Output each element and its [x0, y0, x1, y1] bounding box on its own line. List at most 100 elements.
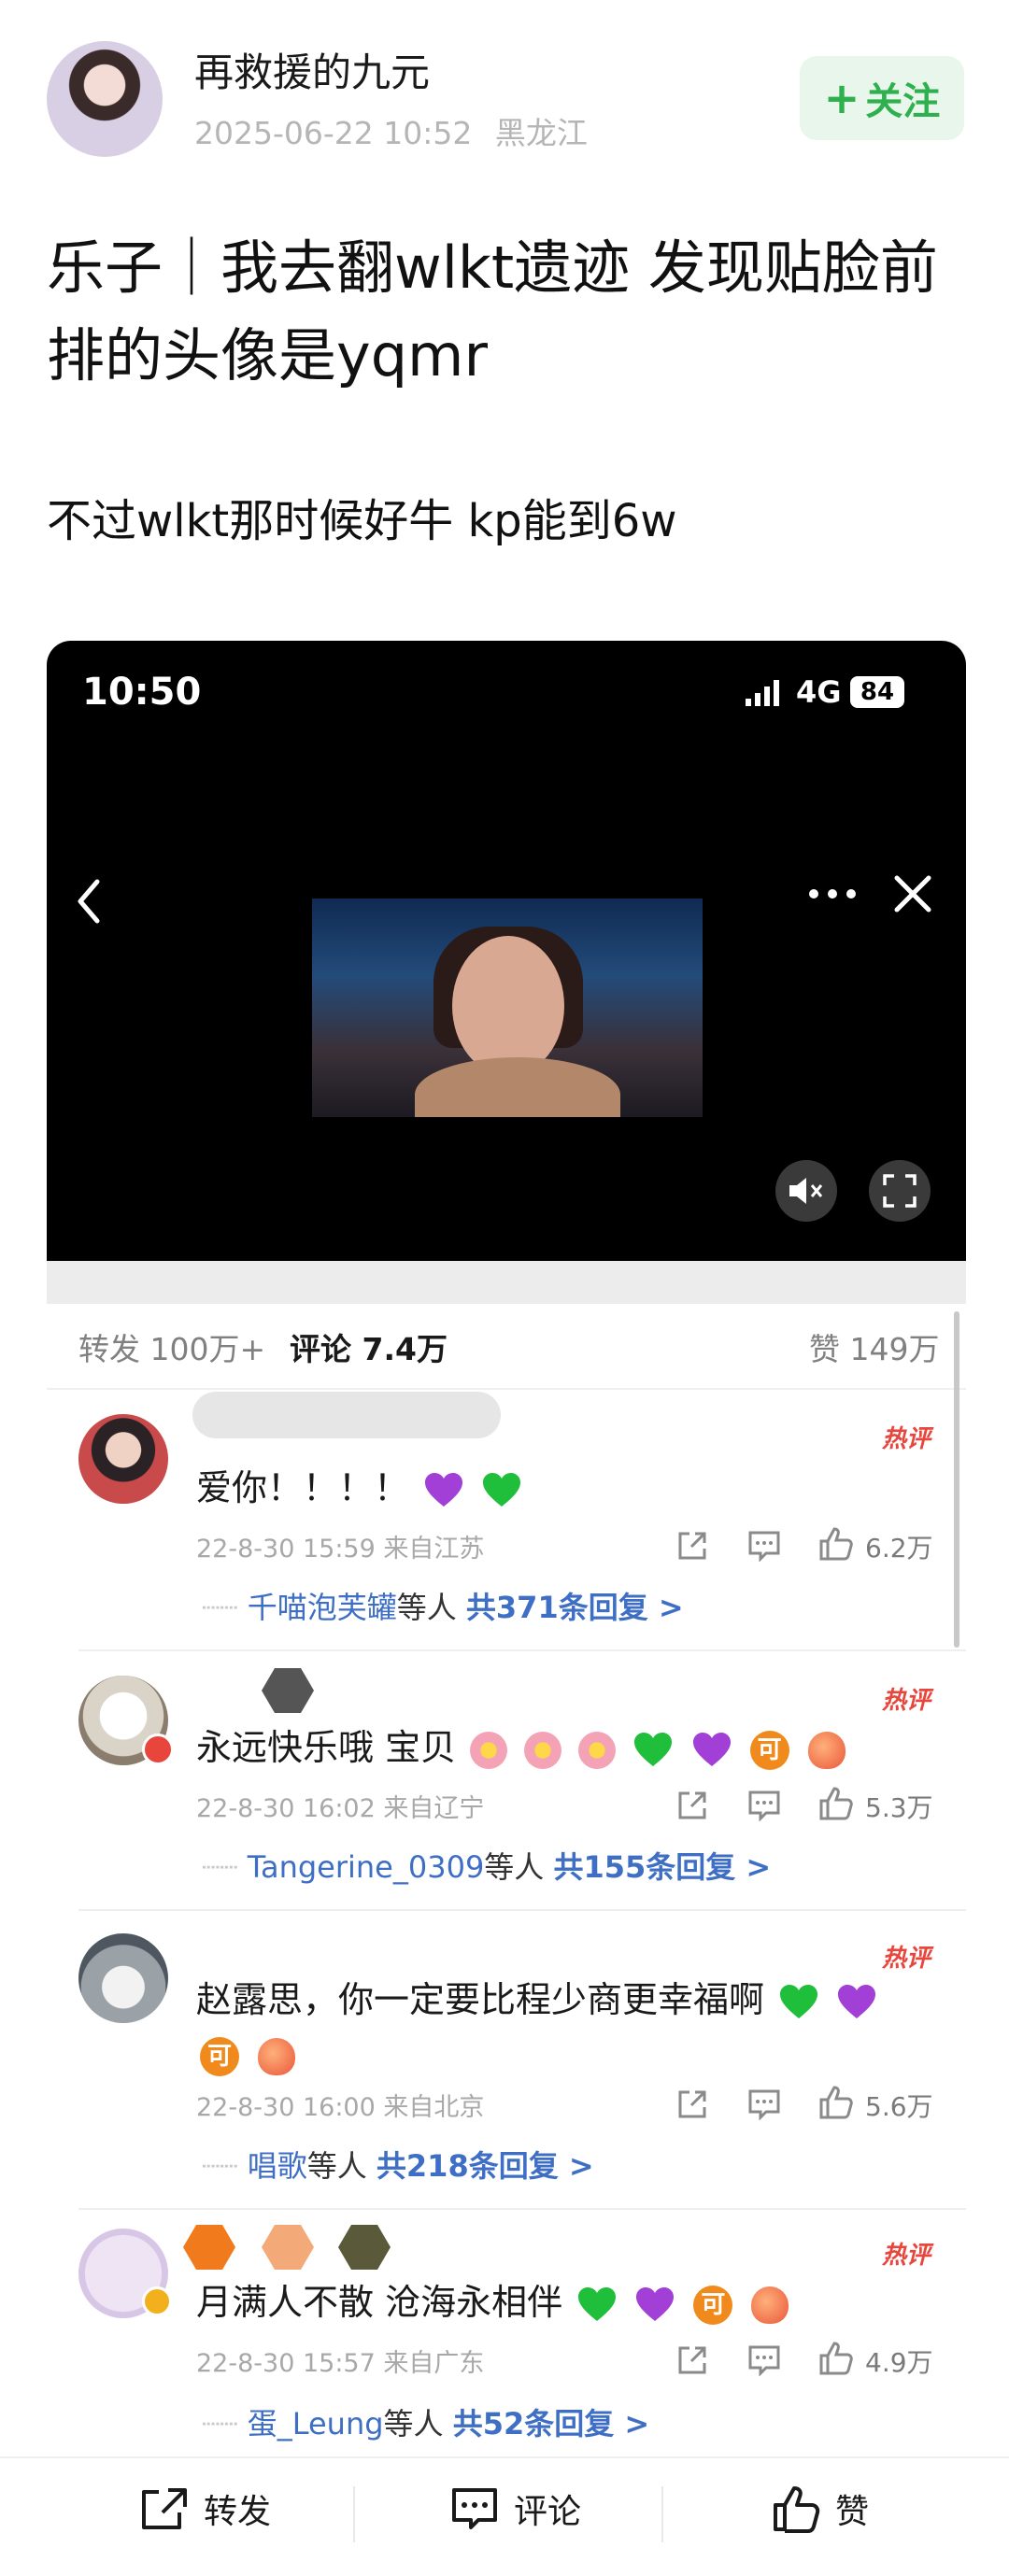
- flower-icon: [524, 1731, 562, 1769]
- comment-divider: [78, 2208, 966, 2210]
- repost-count[interactable]: 转发 100万+: [78, 1324, 265, 1369]
- purple-heart-icon: [692, 1732, 731, 1766]
- comment-text: 赵露思，你一定要比程少商更幸福啊 可: [196, 1973, 934, 2081]
- comment-meta: 22-8-30 15:59 来自江苏: [196, 1535, 485, 1564]
- green-heart-icon: [578, 2286, 617, 2321]
- ke-sticker-icon: 可: [693, 2285, 733, 2325]
- comment-likes[interactable]: 6.2万: [865, 1528, 933, 1565]
- post-meta: 2025-06-22 10:52 黑龙江: [194, 108, 588, 153]
- post-subtitle: 不过wlkt那时候好牛 kp能到6w: [47, 495, 677, 547]
- purple-heart-icon: [838, 1984, 876, 2018]
- stats-divider: [47, 1388, 966, 1390]
- comment-replies-link[interactable]: ┈┈ 蛋_Leung等人 共52条回复 >: [202, 2400, 649, 2443]
- comment-button[interactable]: 评论: [450, 2484, 581, 2533]
- verified-badge-icon: [142, 2286, 172, 2316]
- share-icon[interactable]: [676, 1530, 708, 1562]
- more-icon[interactable]: [807, 887, 858, 900]
- comment-avatar[interactable]: [78, 1414, 168, 1504]
- reply-icon[interactable]: [747, 1790, 781, 1821]
- video-status-time: 10:50: [82, 671, 202, 714]
- like-button[interactable]: 赞: [772, 2484, 869, 2533]
- mute-button[interactable]: [775, 1160, 837, 1222]
- follow-label: 关注: [865, 80, 941, 123]
- reply-icon[interactable]: [747, 2088, 781, 2120]
- comment-divider: [78, 1909, 966, 1911]
- comment-username[interactable]: [192, 1392, 501, 1438]
- post-timestamp: 2025-06-22 10:52: [194, 115, 473, 151]
- sticker-icon: [183, 2225, 235, 2270]
- comment-replies-link[interactable]: ┈┈ 唱歌等人 共218条回复 >: [202, 2143, 594, 2186]
- reply-icon[interactable]: [747, 2344, 781, 2376]
- thumbs-up-icon: [774, 2486, 820, 2533]
- comment-divider: [78, 1649, 966, 1651]
- share-icon[interactable]: [676, 2344, 708, 2376]
- thumbs-up-icon[interactable]: [818, 2085, 854, 2120]
- scrollbar[interactable]: [954, 1311, 959, 1648]
- post-title: 乐子｜我去翻wlkt遗迹 发现贴脸前排的头像是yqmr: [47, 234, 938, 389]
- mute-icon: [789, 1178, 823, 1204]
- flower-icon: [578, 1731, 617, 1769]
- ke-sticker-icon: 可: [200, 2036, 239, 2076]
- comment-count[interactable]: 评论 7.4万: [290, 1324, 448, 1369]
- flower-icon: [470, 1731, 508, 1769]
- comment-label: 评论: [514, 2493, 582, 2531]
- video-frame: [312, 899, 703, 1117]
- hot-comment-badge: 热评: [882, 1945, 931, 1973]
- comment-avatar[interactable]: [78, 1933, 168, 2023]
- like-count[interactable]: 赞 149万: [809, 1324, 939, 1369]
- comment-text: 永远快乐哦 宝贝 可: [196, 1720, 849, 1775]
- thumbs-up-icon[interactable]: [818, 2341, 854, 2376]
- reply-icon[interactable]: [747, 1530, 781, 1562]
- badge-icon: [142, 1734, 174, 1765]
- comment-replies-link[interactable]: ┈┈ Tangerine_0309等人 共155条回复 >: [202, 1844, 771, 1887]
- bottom-separator: [353, 2486, 355, 2542]
- sticker-icon: [262, 2225, 314, 2270]
- share-icon[interactable]: [676, 2088, 708, 2120]
- comment-likes[interactable]: 5.6万: [865, 2087, 933, 2124]
- comment-meta: 22-8-30 15:57 来自广东: [196, 2349, 485, 2378]
- battery-icon: 84: [850, 676, 904, 708]
- author-name[interactable]: 再救援的九元: [194, 41, 430, 98]
- follow-button[interactable]: + 关注: [800, 56, 964, 140]
- like-label: 赞: [835, 2493, 870, 2531]
- comment-icon: [452, 2488, 497, 2529]
- peach-icon: [258, 2037, 296, 2075]
- hot-comment-badge: 热评: [882, 1425, 931, 1453]
- thumbs-up-icon[interactable]: [818, 1786, 854, 1821]
- share-icon[interactable]: [676, 1790, 708, 1821]
- repost-label: 转发: [204, 2493, 272, 2531]
- comment-likes[interactable]: 4.9万: [865, 2342, 933, 2380]
- sticker-icon: [338, 2225, 391, 2270]
- thumbs-up-icon[interactable]: [818, 1526, 854, 1562]
- green-heart-icon: [780, 1984, 818, 2018]
- fullscreen-button[interactable]: [869, 1160, 931, 1222]
- repost-button[interactable]: 转发: [140, 2484, 271, 2533]
- author-avatar[interactable]: [47, 41, 163, 157]
- peach-icon: [751, 2286, 789, 2324]
- video-bottom-strip: [47, 1261, 966, 1304]
- comment-meta: 22-8-30 16:02 来自辽宁: [196, 1794, 485, 1823]
- signal-icon: [746, 680, 779, 706]
- post-location: 黑龙江: [494, 115, 588, 151]
- green-heart-icon: [634, 1732, 673, 1766]
- comment-text: 月满人不散 沧海永相伴 可: [196, 2275, 792, 2329]
- network-label: 4G: [796, 674, 842, 710]
- peach-icon: [807, 1731, 846, 1769]
- green-heart-icon: [483, 1472, 521, 1507]
- purple-heart-icon: [636, 2286, 675, 2321]
- comment-text: 爱你！！！！: [196, 1461, 525, 1515]
- comment-meta: 22-8-30 16:00 来自北京: [196, 2093, 485, 2122]
- comment-likes[interactable]: 5.3万: [865, 1788, 933, 1825]
- hot-comment-badge: 热评: [882, 2242, 931, 2270]
- hot-comment-badge: 热评: [882, 1687, 931, 1715]
- fullscreen-icon: [883, 1174, 917, 1208]
- back-chevron-icon[interactable]: [75, 878, 103, 925]
- repost-icon: [142, 2488, 187, 2529]
- purple-heart-icon: [425, 1472, 463, 1507]
- bottom-separator: [661, 2486, 663, 2542]
- comment-replies-link[interactable]: ┈┈ 千喵泡芙罐等人 共371条回复 >: [202, 1584, 684, 1627]
- sticker-icon: [262, 1668, 314, 1713]
- plus-icon: +: [823, 73, 860, 123]
- close-icon[interactable]: [893, 874, 932, 913]
- ke-sticker-icon: 可: [749, 1730, 789, 1770]
